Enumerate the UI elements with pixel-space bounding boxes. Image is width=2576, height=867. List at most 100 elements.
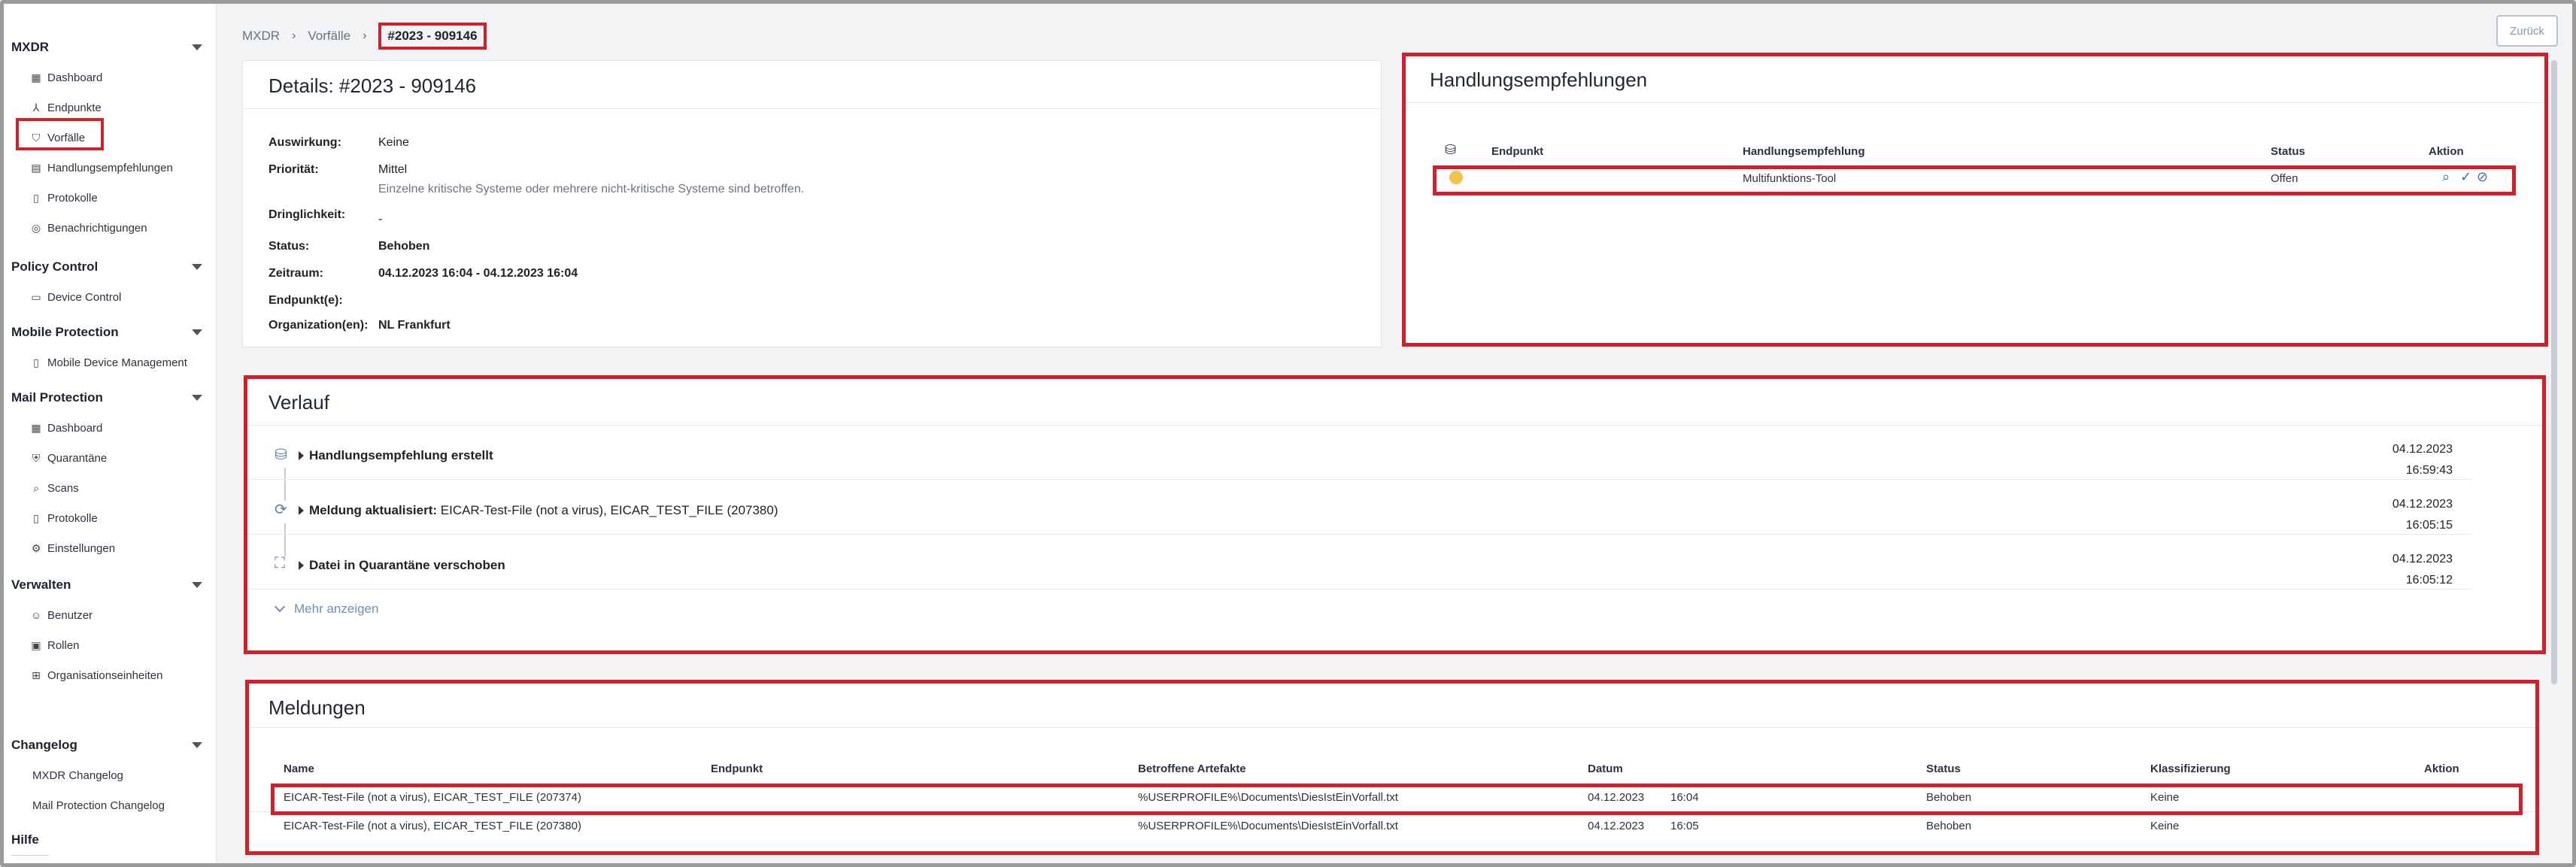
phone-icon: ▯ (33, 356, 39, 368)
breadcrumb-item-mxdr[interactable]: MXDR (242, 29, 280, 44)
traffic-light-icon: ⛁ (1445, 142, 1457, 157)
column-header-endpunkt: Endpunkt (1491, 145, 1544, 158)
scan-icon: ⌕ (33, 481, 39, 494)
reports-card: Meldungen Name Endpunkt Betroffene Artef… (245, 682, 2540, 855)
timeline-title: Handlungsempfehlung erstellt (309, 448, 493, 462)
column-header-aktion: Aktion (2429, 145, 2464, 158)
timeline-item[interactable]: ⛁ Handlungsempfehlung erstellt 04.12.202… (246, 427, 2472, 480)
sidebar-item-mail-dashboard[interactable]: ▦ Dashboard (11, 413, 207, 443)
table-row[interactable]: EICAR-Test-File (not a virus), EICAR_TES… (246, 812, 2540, 841)
sidebar-section-header[interactable]: Policy Control (11, 252, 207, 282)
caret-down-icon[interactable] (192, 395, 202, 401)
user-icon: ☺ (30, 609, 42, 621)
history-card: Verlauf ⛁ Handlungsempfehlung erstellt 0… (245, 377, 2544, 653)
check-icon[interactable]: ✓ (2460, 169, 2471, 185)
sidebar-item-rollen[interactable]: ▣ Rollen (11, 630, 207, 660)
sidebar-item-label: Handlungsempfehlungen (47, 161, 173, 174)
table-row[interactable]: EICAR-Test-File (not a virus), EICAR_TES… (246, 784, 2540, 812)
detail-row: Endpunkt(e): (269, 294, 804, 319)
cancel-icon[interactable]: ⊘ (2477, 169, 2488, 185)
sidebar-item-einstellungen[interactable]: ⚙ Einstellungen (11, 533, 207, 563)
sidebar-item-label: Dashboard (47, 421, 103, 435)
expand-arrow-icon[interactable] (299, 506, 304, 515)
sidebar-item-protokolle[interactable]: ▯ Protokolle (11, 183, 207, 213)
breadcrumb: MXDR › Vorfälle › #2023 - 909146 (242, 23, 487, 50)
sidebar-section-header[interactable]: Hilfe (11, 825, 49, 855)
sidebar-section-header[interactable]: Mail Protection (11, 383, 207, 413)
column-header-aktion: Aktion (2424, 762, 2459, 775)
sidebar-item-mobile-device-management[interactable]: ▯ Mobile Device Management (11, 347, 207, 377)
cell-name: EICAR-Test-File (not a virus), EICAR_TES… (284, 820, 581, 832)
detail-label: Zeitraum: (269, 267, 323, 280)
caret-down-icon[interactable] (192, 582, 202, 588)
sidebar-section-title: Changelog (11, 738, 77, 752)
sidebar-item-label: Endpunkte (47, 101, 102, 114)
detail-description: Einzelne kritische Systeme oder mehrere … (378, 183, 805, 196)
detail-value: Behoben (378, 240, 430, 253)
inspect-icon[interactable]: ⌕ (2442, 169, 2450, 185)
sidebar-section-changelog: Changelog MXDR Changelog Mail Protection… (11, 730, 207, 820)
sidebar-item-label: Scans (47, 481, 79, 495)
caret-down-icon[interactable] (192, 264, 202, 270)
expand-arrow-icon[interactable] (299, 451, 304, 460)
sidebar-section-verwalten: Verwalten ☺ Benutzer ▣ Rollen ⊞ Organisatio… (11, 570, 207, 690)
sidebar-item-quarantaene[interactable]: ⛨ Quarantäne (11, 443, 207, 473)
timeline-item[interactable]: ⟳ Meldung aktualisiert: EICAR-Test-File … (246, 482, 2472, 535)
sidebar-item-endpunkte[interactable]: ⅄ Endpunkte (11, 92, 207, 123)
sidebar-section-header[interactable]: Mobile Protection (11, 317, 207, 347)
sidebar-item-mxdr-changelog[interactable]: MXDR Changelog (11, 760, 207, 790)
table-row[interactable]: Multifunktions-Tool Offen ⌕ ✓ ⊘ (1422, 163, 2526, 193)
timeline-item[interactable]: ⛶ Datei in Quarantäne verschoben 04.12.2… (246, 537, 2472, 590)
detail-label: Status: (269, 240, 310, 253)
sidebar-item-label: Benachrichtigungen (47, 221, 147, 235)
detail-label: Priorität: (269, 163, 319, 176)
cell-status: Behoben (1926, 820, 1972, 832)
sidebar-item-mail-protokolle[interactable]: ▯ Protokolle (11, 503, 207, 533)
sidebar-section-header[interactable]: Changelog (11, 730, 207, 760)
column-header-endpunkt: Endpunkt (711, 762, 763, 775)
sidebar-item-handlungsempfehlungen[interactable]: ▤ Handlungsempfehlungen (11, 153, 207, 183)
sidebar-section-policy-control: Policy Control ▭ Device Control (11, 252, 207, 312)
document-icon: ▯ (33, 511, 39, 524)
quarantine-icon: ⛨ (32, 451, 41, 464)
timeline-title: Datei in Quarantäne verschoben (309, 558, 505, 572)
back-button[interactable]: Zurück (2496, 15, 2558, 47)
sidebar-item-mail-protection-changelog[interactable]: Mail Protection Changelog (11, 790, 207, 820)
details-list: Auswirkung: Keine Priorität: Mittel Einz… (269, 136, 804, 341)
sidebar-item-dashboard[interactable]: ▦ Dashboard (11, 62, 207, 92)
timeline-title: Meldung aktualisiert: EICAR-Test-File (n… (309, 503, 778, 517)
sidebar-item-label: Organisationseinheiten (47, 668, 163, 682)
sidebar-item-benutzer[interactable]: ☺ Benutzer (11, 600, 207, 630)
expand-arrow-icon[interactable] (299, 561, 304, 570)
column-header-status: Status (1926, 762, 1961, 775)
breadcrumb-item-vorfaelle[interactable]: Vorfälle (308, 29, 350, 44)
detail-value: Keine (378, 136, 409, 149)
sidebar-item-benachrichtigungen[interactable]: ◎ Benachrichtigungen (11, 213, 207, 243)
sidebar-section-header[interactable]: MXDR (11, 32, 207, 62)
sidebar-section-header[interactable]: Verwalten (11, 570, 207, 600)
chevron-right-icon: › (292, 29, 296, 42)
cell-artefakt: %USERPROFILE%\Documents\DiesIstEinVorfal… (1138, 820, 1398, 832)
timeline-date: 04.12.2023 16:05:15 (2392, 498, 2453, 532)
cell-klassifizierung: Keine (2150, 820, 2180, 832)
show-more-label: Mehr anzeigen (294, 602, 379, 616)
cell-datum: 04.12.2023 (1588, 791, 1645, 804)
sidebar-item-device-control[interactable]: ▭ Device Control (11, 282, 207, 312)
caret-down-icon[interactable] (192, 329, 202, 335)
caret-down-icon[interactable] (192, 44, 202, 50)
detail-value: NL Frankfurt (378, 319, 451, 332)
timeline-date: 04.12.2023 16:59:43 (2392, 443, 2453, 477)
sidebar-section-title: Verwalten (11, 577, 71, 592)
detail-row: Status: Behoben (269, 240, 804, 267)
chevron-right-icon: › (363, 29, 367, 42)
chevron-down-icon (274, 601, 286, 613)
sidebar-item-vorfaelle[interactable]: ⛉ Vorfälle (11, 123, 207, 153)
caret-down-icon[interactable] (192, 742, 202, 748)
dashboard-icon: ▦ (31, 421, 41, 434)
laptop-icon: ▭ (31, 290, 41, 303)
sidebar-item-organisationseinheiten[interactable]: ⊞ Organisationseinheiten (11, 660, 207, 690)
column-header-datum: Datum (1588, 762, 1623, 775)
sidebar-item-scans[interactable]: ⌕ Scans (11, 473, 207, 503)
scrollbar[interactable] (2551, 60, 2557, 684)
show-more-link[interactable]: Mehr anzeigen (274, 601, 379, 617)
